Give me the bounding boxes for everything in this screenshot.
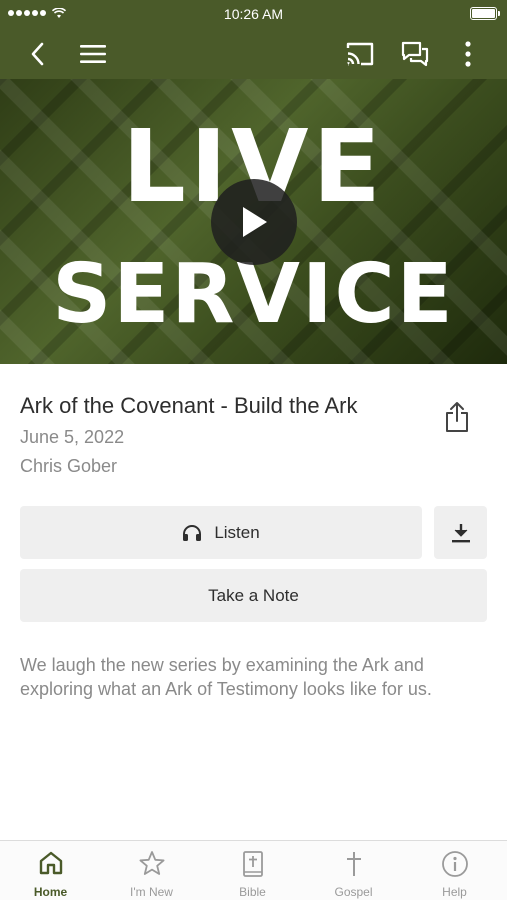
- share-button[interactable]: [440, 399, 474, 435]
- sermon-info: Ark of the Covenant - Build the Ark June…: [20, 393, 420, 477]
- status-bar: 10:26 AM: [0, 0, 507, 28]
- cast-button[interactable]: [342, 36, 378, 72]
- tab-label-im-new: I'm New: [130, 885, 173, 899]
- back-button[interactable]: [20, 36, 56, 72]
- cross-icon: [346, 852, 361, 876]
- bible-icon: [242, 851, 263, 877]
- hamburger-menu-icon: [80, 45, 106, 63]
- download-button[interactable]: [434, 506, 487, 559]
- play-icon: [243, 207, 267, 237]
- tab-label-help: Help: [442, 885, 467, 899]
- chevron-left-icon: [31, 42, 44, 66]
- sermon-speaker: Chris Gober: [20, 456, 118, 476]
- download-icon: [451, 523, 470, 542]
- tab-home[interactable]: Home: [0, 841, 101, 900]
- video-thumbnail[interactable]: LIVE SERVICE: [0, 79, 507, 364]
- tab-im-new[interactable]: I'm New: [101, 841, 202, 900]
- sermon-title: Ark of the Covenant - Build the Ark: [20, 393, 358, 418]
- sermon-description: We laugh the new series by examining the…: [20, 655, 432, 699]
- tab-bar: Home I'm New Bible Gospel Help: [0, 840, 507, 900]
- listen-button[interactable]: Listen: [20, 506, 422, 559]
- share-icon: [446, 402, 468, 432]
- play-button[interactable]: [211, 179, 297, 265]
- more-options-button[interactable]: [450, 36, 486, 72]
- take-note-label: Take a Note: [208, 585, 299, 605]
- cast-icon: [346, 42, 374, 66]
- tab-label-gospel: Gospel: [334, 885, 373, 899]
- home-icon: [39, 851, 62, 875]
- tab-label-bible: Bible: [239, 885, 266, 899]
- sermon-date: June 5, 2022: [20, 427, 125, 447]
- menu-button[interactable]: [75, 36, 111, 72]
- info-icon: [441, 851, 468, 877]
- listen-label: Listen: [214, 522, 260, 542]
- chat-bubbles-icon: [401, 41, 429, 67]
- tab-gospel[interactable]: Gospel: [303, 841, 404, 900]
- more-vertical-icon: [465, 41, 471, 67]
- nav-bar: [0, 28, 507, 79]
- take-note-button[interactable]: Take a Note: [20, 569, 487, 622]
- tab-help[interactable]: Help: [404, 841, 505, 900]
- chat-button[interactable]: [397, 36, 433, 72]
- status-time: 10:26 AM: [223, 6, 284, 22]
- battery-icon: [470, 7, 500, 20]
- tab-bible[interactable]: Bible: [202, 841, 303, 900]
- headphones-icon: [183, 524, 202, 541]
- star-icon: [139, 851, 164, 875]
- tab-label-home: Home: [33, 885, 68, 899]
